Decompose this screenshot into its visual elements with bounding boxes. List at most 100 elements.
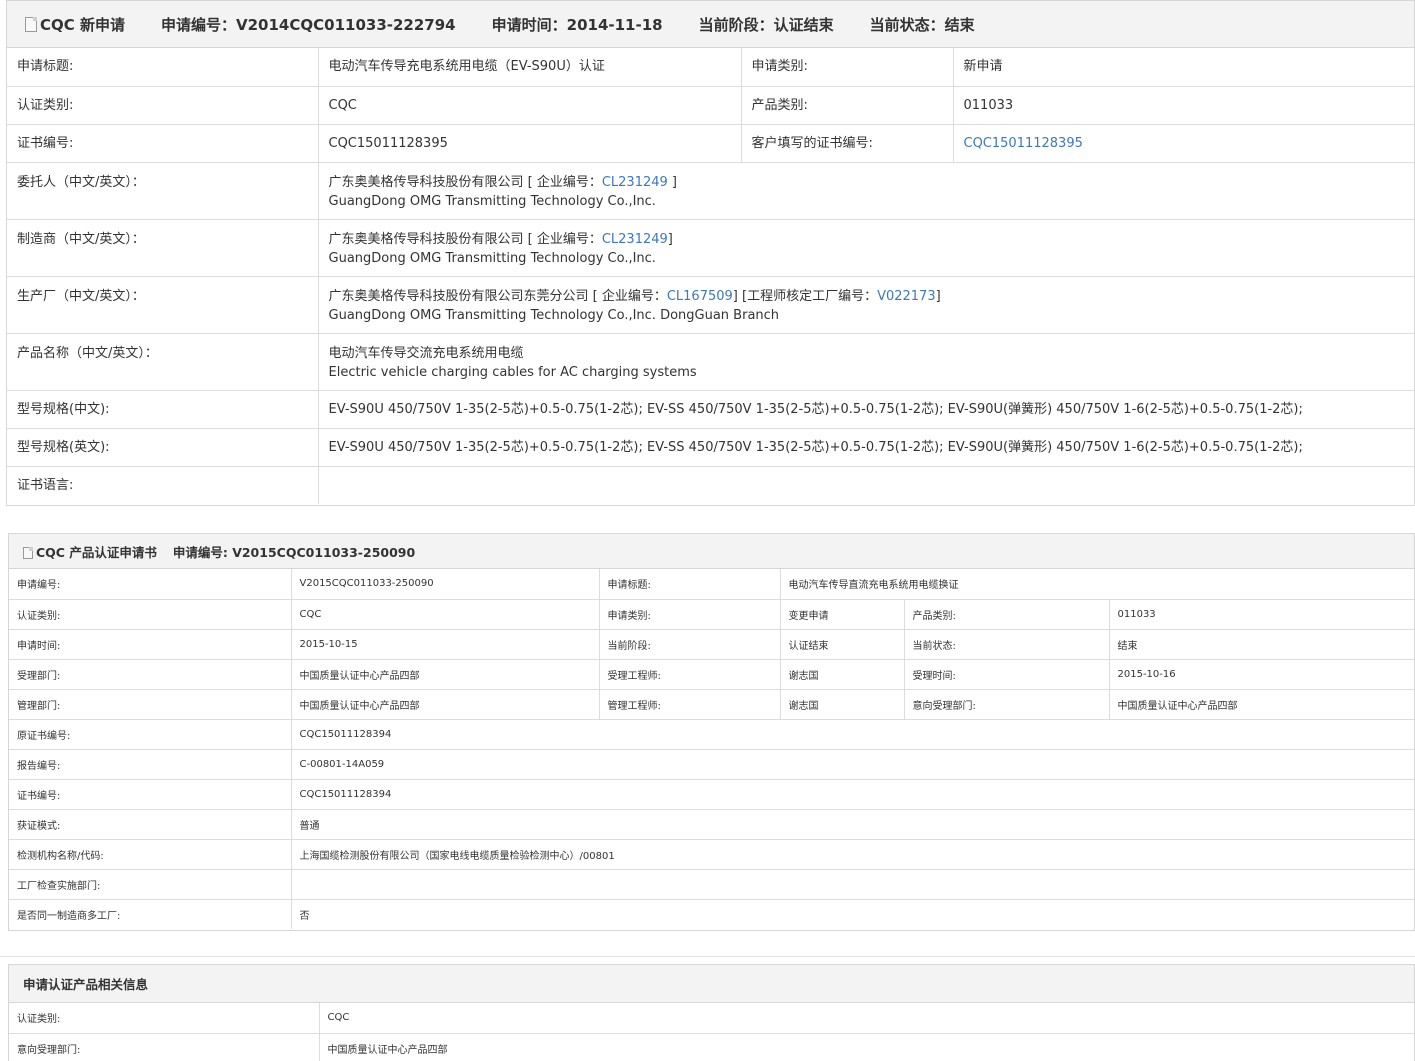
field-value: EV-S90U 450/750V 1-35(2-5芯)+0.5-0.75(1-2… — [318, 390, 1414, 429]
field-label: 当前状态: — [904, 629, 1110, 660]
table-row: 型号规格(中文): EV-S90U 450/750V 1-35(2-5芯)+0.… — [7, 390, 1414, 429]
field-label: 委托人（中文/英文）： — [7, 162, 319, 220]
document-icon — [25, 16, 37, 32]
field-label: 客户填写的证书编号: — [741, 124, 954, 163]
field-value: 谢志国 — [780, 659, 905, 690]
field-label: 证书编号: — [7, 124, 319, 163]
field-label: 意向受理部门: — [9, 1033, 320, 1061]
panel-1-table: 申请标题: 电动汽车传导充电系统用电缆（EV-S90U）认证 申请类别: 新申请… — [7, 48, 1414, 504]
field-value: 2015-10-16 — [1109, 659, 1414, 690]
table-row: 工厂检查实施部门: — [9, 869, 1414, 900]
table-row: 认证类别: CQC 产品类别: 011033 — [7, 86, 1414, 125]
table-row: 原证书编号: CQC15011128394 — [9, 719, 1414, 750]
table-row: 申请时间: 2015-10-15 当前阶段: 认证结束 当前状态: 结束 — [9, 629, 1414, 660]
field-value: EV-S90U 450/750V 1-35(2-5芯)+0.5-0.75(1-2… — [318, 428, 1414, 467]
field-label: 认证类别: — [9, 599, 292, 630]
table-row: 证书语言: — [7, 466, 1414, 504]
client-code-link[interactable]: CL231249 — [602, 175, 668, 190]
table-row: 制造商（中文/英文）： 广东奥美格传导科技股份有限公司 [ 企业编号：CL231… — [7, 219, 1414, 277]
table-row: 检测机构名称/代码: 上海国缆检测股份有限公司（国家电线电缆质量检验检测中心）/… — [9, 839, 1414, 870]
field-label: 型号规格(中文): — [7, 390, 319, 429]
field-value: 中国质量认证中心产品四部 — [291, 659, 600, 690]
field-label: 证书语言: — [7, 466, 319, 504]
field-label: 检测机构名称/代码: — [9, 839, 292, 870]
field-label: 受理工程师: — [599, 659, 781, 690]
field-value: 中国质量认证中心产品四部 — [291, 689, 600, 720]
table-row: 生产厂（中文/英文）： 广东奥美格传导科技股份有限公司东莞分公司 [ 企业编号：… — [7, 276, 1414, 334]
field-value — [291, 869, 1414, 900]
field-label: 受理时间: — [904, 659, 1110, 690]
field-label: 是否同一制造商多工厂: — [9, 899, 292, 929]
field-label: 管理部门: — [9, 689, 292, 720]
field-value: 广东奥美格传导科技股份有限公司 [ 企业编号：CL231249] GuangDo… — [318, 219, 1414, 277]
maker-code-link[interactable]: CL231249 — [602, 232, 668, 247]
field-value: CQC — [319, 1003, 1414, 1034]
field-label: 申请时间: — [9, 629, 292, 660]
field-label: 产品类别: — [904, 599, 1110, 630]
factory-engineer-code-link[interactable]: V022173 — [877, 289, 936, 304]
field-value: 否 — [299, 910, 310, 922]
table-row: 产品名称（中文/英文）： 电动汽车传导交流充电系统用电缆 Electric ve… — [7, 333, 1414, 391]
field-label: 原证书编号: — [9, 719, 292, 750]
field-label: 意向受理部门: — [904, 689, 1110, 720]
field-label: 认证类别: — [9, 1003, 320, 1034]
field-label: 申请类别: — [599, 599, 781, 630]
field-value: 电动汽车传导充电系统用电缆（EV-S90U）认证 — [318, 48, 742, 87]
table-row: 型号规格(英文): EV-S90U 450/750V 1-35(2-5芯)+0.… — [7, 428, 1414, 467]
field-label: 型号规格(英文): — [7, 428, 319, 467]
field-value: 新申请 — [953, 48, 1414, 87]
table-row: 申请标题: 电动汽车传导充电系统用电缆（EV-S90U）认证 申请类别: 新申请 — [7, 48, 1414, 87]
field-value: 中国质量认证中心产品四部 — [319, 1033, 1414, 1061]
field-value: 2015-10-15 — [291, 629, 600, 660]
application-panel-2: CQC 产品认证申请书 申请编号: V2015CQC011033-250090 … — [8, 533, 1415, 931]
field-value: CQC15011128394 — [291, 719, 1414, 750]
field-label: 报告编号: — [9, 749, 292, 780]
field-label: 产品名称（中文/英文）： — [7, 333, 319, 391]
field-label: 管理工程师: — [599, 689, 781, 720]
header-app-no: 申请编号：V2014CQC011033-222794 — [161, 15, 456, 34]
field-value: CQC15011128395 — [318, 124, 742, 163]
panel-2-header: CQC 产品认证申请书 申请编号: V2015CQC011033-250090 — [9, 534, 1414, 569]
panel-1-title: CQC 新申请 — [25, 14, 125, 35]
field-value: C-00801-14A059 — [291, 749, 1414, 780]
table-row: 获证模式: 普通 — [9, 809, 1414, 840]
field-label: 当前阶段: — [599, 629, 781, 660]
header-status: 当前状态：结束 — [869, 15, 975, 34]
field-value: CQC — [291, 599, 600, 630]
field-value — [318, 466, 1414, 504]
field-value: CQC15011128395 — [953, 124, 1414, 163]
field-value: 变更申请 — [780, 599, 905, 630]
product-info-panel: 申请认证产品相关信息 认证类别: CQC 意向受理部门: 中国质量认证中心产品四… — [8, 964, 1415, 1061]
field-value: 普通 — [291, 809, 1414, 840]
field-label: 产品类别: — [741, 86, 954, 125]
field-label: 申请标题: — [599, 569, 781, 600]
field-label: 受理部门: — [9, 659, 292, 690]
header-app-time: 申请时间：2014-11-18 — [491, 15, 663, 34]
panel-2-title: CQC 产品认证申请书 — [23, 542, 157, 561]
field-value: 011033 — [953, 86, 1414, 125]
table-row: 管理部门: 中国质量认证中心产品四部 管理工程师: 谢志国 意向受理部门: 中国… — [9, 689, 1414, 720]
field-label: 制造商（中文/英文）： — [7, 219, 319, 277]
field-value: 结束 — [1109, 629, 1414, 660]
table-row: 意向受理部门: 中国质量认证中心产品四部 — [9, 1033, 1414, 1061]
panel-2-table: 申请编号: V2015CQC011033-250090 申请标题: 电动汽车传导… — [9, 569, 1414, 929]
panel-3-header: 申请认证产品相关信息 — [9, 965, 1414, 1003]
field-label: 认证类别: — [7, 86, 319, 125]
field-value: CQC15011128394 — [291, 779, 1414, 810]
field-value: V2015CQC011033-250090 — [291, 569, 600, 600]
factory-code-link[interactable]: CL167509 — [667, 289, 733, 304]
table-row: 委托人（中文/英文）： 广东奥美格传导科技股份有限公司 [ 企业编号：CL231… — [7, 162, 1414, 220]
customer-cert-no-link[interactable]: CQC15011128395 — [964, 136, 1083, 151]
panel-1-header: CQC 新申请 申请编号：V2014CQC011033-222794 申请时间：… — [7, 1, 1414, 48]
table-row: 证书编号: CQC15011128394 — [9, 779, 1414, 810]
field-value: 广东奥美格传导科技股份有限公司 [ 企业编号：CL231249 ] GuangD… — [318, 162, 1414, 220]
document-icon — [23, 546, 33, 559]
field-label: 工厂检查实施部门: — [9, 869, 292, 900]
field-label: 获证模式: — [9, 809, 292, 840]
table-row: 是否同一制造商多工厂: 否 — [9, 899, 1414, 929]
table-row: 认证类别: CQC 申请类别: 变更申请 产品类别: 011033 — [9, 599, 1414, 630]
section-divider — [0, 956, 1415, 957]
field-value: 电动汽车传导直流充电系统用电缆换证 — [780, 569, 1414, 600]
field-label: 申请编号: — [9, 569, 292, 600]
field-value: 认证结束 — [780, 629, 905, 660]
